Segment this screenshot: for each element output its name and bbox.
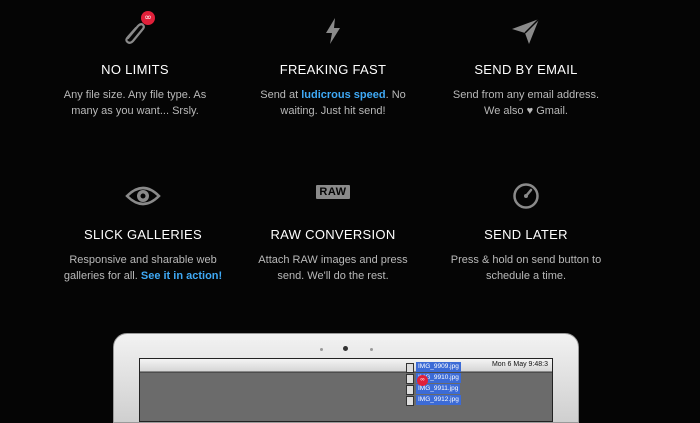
drag-infinity-badge: ∞ [417, 375, 428, 386]
laptop-illustration: Mon 6 May 9:48:3 IMG_9909.jpg IMG_9910.j… [113, 333, 579, 423]
infinity-badge: ∞ [141, 11, 155, 25]
feature-description: Attach RAW images and press send. We'll … [258, 254, 408, 282]
clock-icon [506, 181, 546, 213]
feature-description: Send from any email address. We also ♥ G… [452, 89, 600, 117]
ludicrous-speed-link[interactable]: ludicrous speed [301, 89, 385, 101]
camera-dot [320, 348, 323, 351]
screen-content [140, 373, 552, 421]
file-icon [406, 374, 414, 384]
feature-description: Press & hold on send button to schedule … [450, 254, 602, 282]
dragged-files: IMG_9909.jpg IMG_9910.jpg IMG_9911.jpg I… [406, 362, 476, 406]
file-icon [406, 396, 414, 406]
feature-slick-galleries: SLICK GALLERIES Responsive and sharable … [43, 181, 243, 284]
feature-description: Send at ludicrous speed. No waiting. Jus… [260, 89, 406, 117]
feature-description: Responsive and sharable web galleries fo… [63, 254, 223, 282]
feature-title: FREAKING FAST [279, 62, 387, 77]
paperclip-icon: ∞ [115, 11, 155, 48]
feature-title: SEND BY EMAIL [474, 62, 578, 77]
menu-bar: Mon 6 May 9:48:3 [140, 359, 552, 372]
lightning-icon [313, 16, 353, 48]
file-name: IMG_9912.jpg [416, 395, 461, 405]
feature-send-by-email: SEND BY EMAIL Send from any email addres… [426, 16, 626, 119]
camera-dot [370, 348, 373, 351]
feature-title: SEND LATER [484, 227, 568, 242]
file-name: IMG_9909.jpg [416, 362, 461, 372]
feature-title: RAW CONVERSION [270, 227, 396, 242]
raw-icon: RAW [313, 181, 353, 213]
feature-description: Any file size. Any file type. As many as… [63, 89, 207, 117]
file-item: IMG_9911.jpg [406, 384, 476, 395]
see-it-in-action-link[interactable]: See it in action! [141, 270, 222, 282]
feature-raw-conversion: RAW RAW CONVERSION Attach RAW images and… [233, 181, 433, 284]
feature-no-limits: ∞ NO LIMITS Any file size. Any file type… [35, 11, 235, 119]
laptop-screen: Mon 6 May 9:48:3 IMG_9909.jpg IMG_9910.j… [139, 358, 553, 422]
feature-freaking-fast: FREAKING FAST Send at ludicrous speed. N… [233, 16, 433, 119]
menu-bar-clock: Mon 6 May 9:48:3 [491, 361, 548, 368]
file-item: IMG_9912.jpg [406, 395, 476, 406]
eye-icon [123, 181, 163, 213]
camera [343, 346, 348, 351]
feature-title: SLICK GALLERIES [84, 227, 202, 242]
paper-plane-icon [506, 16, 546, 48]
file-icon [406, 363, 414, 373]
feature-send-later: SEND LATER Press & hold on send button t… [426, 181, 626, 284]
file-item: IMG_9909.jpg [406, 362, 476, 373]
file-icon [406, 385, 414, 395]
feature-title: NO LIMITS [101, 62, 169, 77]
